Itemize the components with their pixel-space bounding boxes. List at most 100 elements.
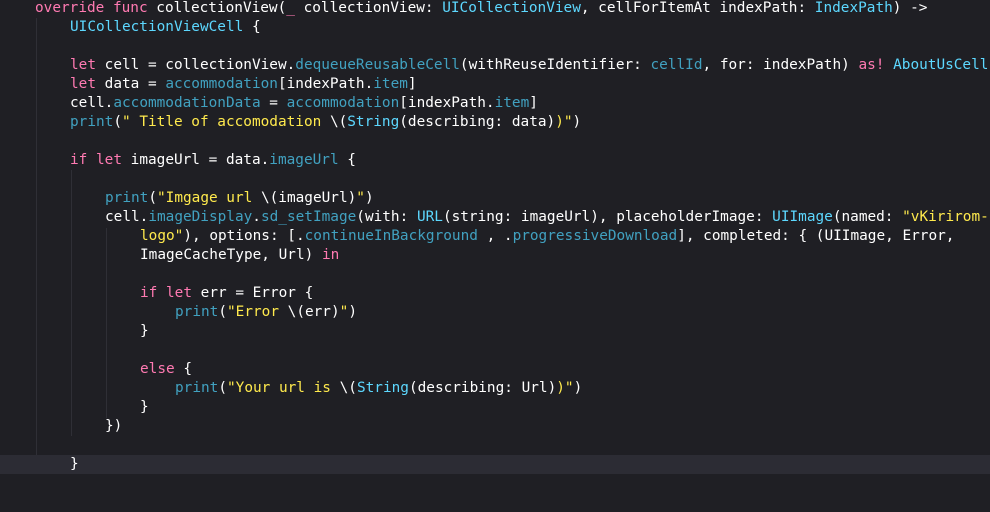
code-token: , .: [477, 228, 513, 244]
code-line[interactable]: [0, 37, 990, 56]
code-token: in: [321, 247, 340, 263]
code-line-text: print(" Title of accomodation \(String(d…: [70, 113, 581, 132]
code-token: [indexPath.: [399, 95, 495, 111]
code-token: "Error: [227, 304, 288, 320]
code-line[interactable]: cell.imageDisplay.sd_setImage(with: URL(…: [0, 208, 990, 227]
code-token: func: [112, 0, 148, 16]
code-token: item: [494, 95, 530, 111]
code-token: ImageCacheType, Url): [140, 247, 322, 263]
code-token: \(: [260, 190, 279, 206]
code-token: (: [113, 114, 122, 130]
code-token: "Your url is: [227, 380, 340, 396]
code-token: }: [140, 399, 149, 415]
code-token: \(: [287, 304, 305, 320]
code-line-text: if let err = Error {: [140, 284, 313, 303]
code-token: print: [175, 380, 219, 396]
code-token: item: [373, 76, 408, 92]
code-token: }: [70, 456, 79, 472]
code-token: }): [105, 418, 123, 434]
code-token: (: [218, 304, 227, 320]
code-token: (withReuseIdentifier:: [459, 57, 651, 73]
code-line[interactable]: if let imageUrl = data.imageUrl {: [0, 151, 990, 170]
code-token: "Imgage url: [157, 190, 261, 206]
code-line[interactable]: }: [0, 322, 990, 341]
code-token: IndexPath: [814, 0, 893, 16]
code-line[interactable]: cell.accommodationData = accommodation[i…: [0, 94, 990, 113]
code-token: (: [218, 380, 227, 396]
code-line-text: let cell = collectionView.dequeueReusabl…: [70, 56, 988, 75]
code-token: print: [175, 304, 219, 320]
code-token: URL: [416, 209, 443, 225]
code-line[interactable]: }: [0, 398, 990, 417]
code-line[interactable]: [0, 341, 990, 360]
code-token: accommodation: [165, 76, 278, 92]
code-line[interactable]: ImageCacheType, Url) in: [0, 246, 990, 265]
code-line[interactable]: UICollectionViewCell {: [0, 18, 990, 37]
code-token: =: [260, 95, 287, 111]
code-token: let: [96, 152, 122, 168]
code-token: )": [555, 114, 573, 130]
code-token: ) ->: [892, 0, 928, 16]
code-token: {: [174, 361, 192, 377]
code-token: UICollectionViewCell: [70, 19, 244, 35]
code-token: ): [364, 190, 374, 206]
code-token: print: [105, 190, 149, 206]
code-token: sd_setImage: [260, 209, 357, 225]
code-token: else: [140, 361, 175, 377]
code-line[interactable]: logo"), options: [.continueInBackground …: [0, 227, 990, 246]
code-token: continueInBackground: [304, 228, 478, 244]
code-token: _: [286, 0, 295, 16]
code-token: (describing: Url): [408, 380, 557, 396]
code-line[interactable]: override func collectionView(_ collectio…: [0, 0, 990, 18]
code-line[interactable]: [0, 170, 990, 189]
code-token: ], completed: { (UIImage, Error,: [677, 228, 955, 244]
current-code-line[interactable]: }: [0, 455, 990, 474]
code-token: collectionView:: [294, 0, 443, 16]
code-token: ): [573, 380, 583, 396]
code-token: , cellForItemAt indexPath:: [580, 0, 815, 16]
code-token: ": [356, 190, 365, 206]
code-line[interactable]: print(" Title of accomodation \(String(d…: [0, 113, 990, 132]
code-token: override: [35, 0, 105, 16]
code-token: accommodationData: [113, 95, 261, 111]
code-token: print: [70, 114, 114, 130]
code-line-text: print("Error \(err)"): [175, 303, 357, 322]
code-token: cell.: [70, 95, 114, 111]
code-token: ": [339, 304, 349, 320]
code-token: cell = collectionView.: [96, 57, 296, 73]
code-line-text: override func collectionView(_ collectio…: [35, 0, 927, 18]
code-editor[interactable]: override func collectionView(_ collectio…: [0, 0, 990, 512]
code-token: UIImage: [772, 209, 833, 225]
code-token: {: [338, 152, 356, 168]
code-line[interactable]: print("Error \(err)"): [0, 303, 990, 322]
code-line[interactable]: print("Imgage url \(imageUrl)"): [0, 189, 990, 208]
code-line[interactable]: [0, 132, 990, 151]
code-token: ]: [529, 95, 538, 111]
code-token: let: [166, 285, 192, 301]
code-line[interactable]: else {: [0, 360, 990, 379]
code-line[interactable]: [0, 436, 990, 455]
code-line[interactable]: let cell = collectionView.dequeueReusabl…: [0, 56, 990, 75]
code-token: ): [348, 304, 357, 320]
code-line[interactable]: if let err = Error {: [0, 284, 990, 303]
code-token: String: [356, 380, 409, 396]
code-token: collectionView(: [147, 0, 287, 16]
code-line[interactable]: }): [0, 417, 990, 436]
code-line-text: if let imageUrl = data.imageUrl {: [70, 151, 356, 170]
code-token: cellId: [650, 57, 703, 73]
code-line-text: }: [140, 398, 149, 417]
code-line-text: }): [105, 417, 122, 436]
code-token: [indexPath.: [277, 76, 374, 92]
code-token: , for: indexPath): [702, 57, 859, 73]
code-token: " Title of accomodation: [122, 114, 330, 130]
code-token: ): [572, 114, 582, 130]
code-token: "vKirirom-: [902, 209, 989, 225]
code-line[interactable]: [0, 265, 990, 284]
code-token: }: [140, 323, 149, 339]
code-line[interactable]: print("Your url is \(String(describing: …: [0, 379, 990, 398]
code-token: err = Error {: [192, 285, 314, 301]
code-line[interactable]: let data = accommodation[indexPath.item]: [0, 75, 990, 94]
